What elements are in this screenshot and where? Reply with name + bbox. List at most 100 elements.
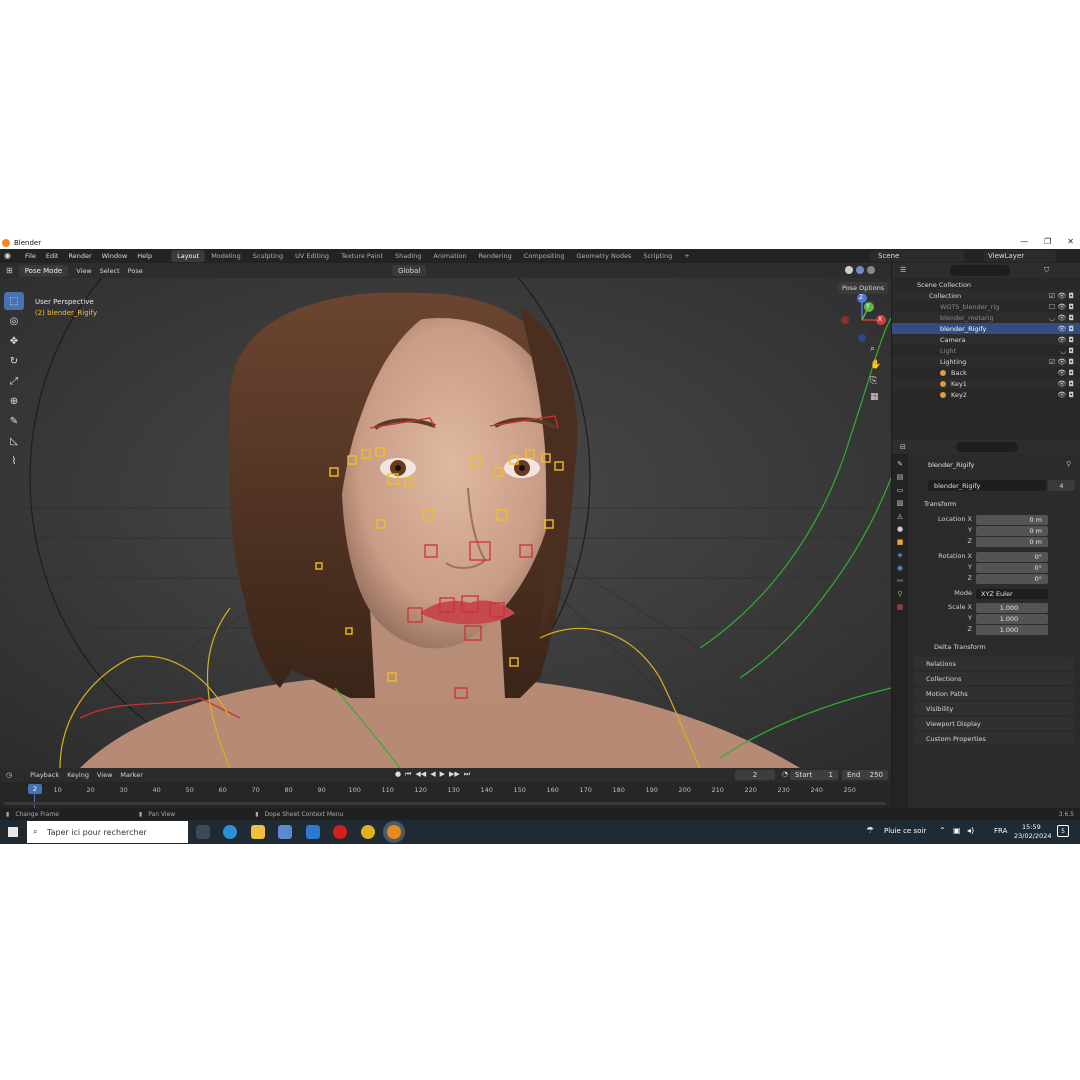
playhead-frame[interactable]: 2 (28, 784, 42, 794)
panel-motion-paths[interactable]: Motion Paths (914, 687, 1074, 700)
timeline-menu-playback[interactable]: Playback (26, 770, 63, 780)
timeline-ruler[interactable]: 2 10 20 30 40 50 60 70 80 90 100 110 120 130 140 150 16… (0, 782, 891, 808)
blender-menu-icon[interactable]: ◉ (4, 251, 18, 261)
jump-end-button[interactable]: ⏭ (464, 770, 470, 779)
scale-y-field[interactable]: 1.000 (976, 614, 1048, 624)
outliner-row-wgts[interactable]: WGTS_blender_rig ☐ 👁 ◘ (892, 301, 1080, 312)
mail-icon[interactable] (306, 825, 320, 839)
minimize-button[interactable]: — (1020, 237, 1028, 246)
start-frame-field[interactable]: Start 1 (790, 770, 838, 780)
scene-tab-icon[interactable]: ◬ (897, 512, 902, 520)
record-button[interactable]: ● (395, 770, 401, 779)
render-tab-icon[interactable]: ▤ (897, 473, 904, 481)
constraints-tab-icon[interactable]: ⚯ (897, 577, 903, 585)
pin-icon[interactable]: ⚲ (1066, 460, 1071, 468)
end-frame-field[interactable]: End 250 (842, 770, 888, 780)
perspective-toggle-icon[interactable]: ▦ (870, 392, 881, 402)
add-workspace-button[interactable]: + (678, 250, 695, 262)
tab-layout[interactable]: Layout (171, 250, 206, 262)
visibility-icons[interactable]: ☑ 👁 ◘ (1049, 358, 1074, 366)
prev-keyframe-button[interactable]: ◀◀ (415, 770, 426, 779)
chrome-icon[interactable] (361, 825, 375, 839)
view-layer-tab-icon[interactable]: ▧ (897, 499, 904, 507)
panel-visibility[interactable]: Visibility (914, 702, 1074, 715)
play-button[interactable]: ▶ (440, 770, 445, 779)
visibility-icons[interactable]: ◡ ◘ (1060, 347, 1074, 355)
timeline-menu-view[interactable]: View (93, 770, 116, 780)
timeline-editor-icon[interactable]: ◷ (6, 771, 12, 779)
visibility-icons[interactable]: 👁 ◘ (1057, 380, 1074, 388)
tab-shading[interactable]: Shading (389, 250, 427, 262)
weather-icon[interactable]: ☂ (866, 826, 874, 836)
pose-options-button[interactable]: Pose Options (838, 282, 889, 294)
shading-material-icon[interactable] (856, 266, 864, 274)
visibility-icons[interactable]: ◡ 👁 ◘ (1049, 314, 1074, 322)
move-tool-icon[interactable]: ✥ (4, 332, 24, 350)
playhead-line[interactable] (34, 794, 35, 808)
edge-browser-icon[interactable] (223, 825, 237, 839)
tab-rendering[interactable]: Rendering (473, 250, 518, 262)
task-view-icon[interactable] (196, 825, 210, 839)
outliner-row-back[interactable]: Back 👁 ◘ (892, 367, 1080, 378)
menu-pose[interactable]: Pose (124, 266, 147, 276)
scale-z-field[interactable]: 1.000 (976, 625, 1048, 635)
outliner-row-lighting[interactable]: Lighting ☑ 👁 ◘ (892, 356, 1080, 367)
output-tab-icon[interactable]: ▭ (897, 486, 904, 494)
shading-solid-icon[interactable] (845, 266, 853, 274)
transform-tool-icon[interactable]: ⊕ (4, 392, 24, 410)
tool-tab-icon[interactable]: ✎ (897, 460, 903, 468)
menu-help[interactable]: Help (132, 252, 157, 260)
next-keyframe-button[interactable]: ▶▶ (449, 770, 460, 779)
panel-relations[interactable]: Relations (914, 657, 1074, 670)
scale-tool-icon[interactable]: ⤢ (4, 372, 24, 390)
location-y-field[interactable]: 0 m (976, 526, 1048, 536)
measure-tool-icon[interactable]: ◺ (4, 432, 24, 450)
modifiers-tab-icon[interactable]: ◈ (897, 551, 902, 559)
menu-file[interactable]: File (20, 252, 41, 260)
outliner-row-key1[interactable]: Key1 👁 ◘ (892, 378, 1080, 389)
properties-search-input[interactable] (956, 442, 1018, 452)
tray-chevron-icon[interactable]: ⌃ (939, 826, 946, 835)
tab-uv-editing[interactable]: UV Editing (289, 250, 335, 262)
armature-data-tab-icon[interactable]: ⚲ (897, 590, 902, 598)
rotation-z-field[interactable]: 0° (976, 574, 1048, 584)
menu-select[interactable]: Select (96, 266, 124, 276)
microsoft-store-icon[interactable] (278, 825, 292, 839)
file-explorer-icon[interactable] (251, 825, 265, 839)
panel-collections[interactable]: Collections (914, 672, 1074, 685)
outliner-row-collection[interactable]: Collection ☑ 👁 ◘ (892, 290, 1080, 301)
visibility-icons[interactable]: ☑ 👁 ◘ (1049, 292, 1074, 300)
view-layer-selector[interactable]: ViewLayer (984, 250, 1056, 262)
opera-icon[interactable] (333, 825, 347, 839)
clock-time[interactable]: 15:59 (1022, 823, 1041, 831)
tab-compositing[interactable]: Compositing (518, 250, 571, 262)
delta-transform-subpanel[interactable]: Delta Transform (934, 643, 986, 651)
taskbar-search-input[interactable]: ⌕ Taper ici pour rechercher (27, 821, 188, 843)
editor-type-icon[interactable]: ⊞ (6, 266, 13, 275)
outliner-row-rigify[interactable]: blender_Rigify 👁 ◘ (892, 323, 1080, 334)
outliner-row-camera[interactable]: Camera 👁 ◘ (892, 334, 1080, 345)
tab-texture-paint[interactable]: Texture Paint (335, 250, 389, 262)
physics-tab-icon[interactable]: ◉ (897, 564, 903, 572)
location-x-field[interactable]: 0 m (976, 515, 1048, 525)
weather-text[interactable]: Pluie ce soir (884, 827, 926, 835)
visibility-icons[interactable]: 👁 ◘ (1057, 391, 1074, 399)
menu-view[interactable]: View (72, 266, 95, 276)
rotation-y-field[interactable]: 0° (976, 563, 1048, 573)
menu-render[interactable]: Render (63, 252, 96, 260)
rotate-tool-icon[interactable]: ↻ (4, 352, 24, 370)
outliner-row-light[interactable]: Light ◡ ◘ (892, 345, 1080, 356)
texture-tab-icon[interactable]: ▦ (897, 603, 904, 611)
jump-start-button[interactable]: ⏮ (405, 770, 411, 779)
outliner-row-metarig[interactable]: blender_metarig ◡ 👁 ◘ (892, 312, 1080, 323)
panel-viewport-display[interactable]: Viewport Display (914, 717, 1074, 730)
select-tool-icon[interactable]: ⬚ (4, 292, 24, 310)
object-tab-icon[interactable]: ■ (897, 538, 904, 546)
camera-view-icon[interactable]: ⎘ (870, 376, 881, 386)
panel-custom-properties[interactable]: Custom Properties (914, 732, 1074, 745)
close-button[interactable]: ✕ (1067, 237, 1074, 246)
maximize-button[interactable]: ❐ (1044, 237, 1051, 246)
transform-panel-title[interactable]: Transform (924, 500, 956, 508)
tab-scripting[interactable]: Scripting (637, 250, 678, 262)
notification-icon[interactable]: 5 (1057, 825, 1069, 837)
